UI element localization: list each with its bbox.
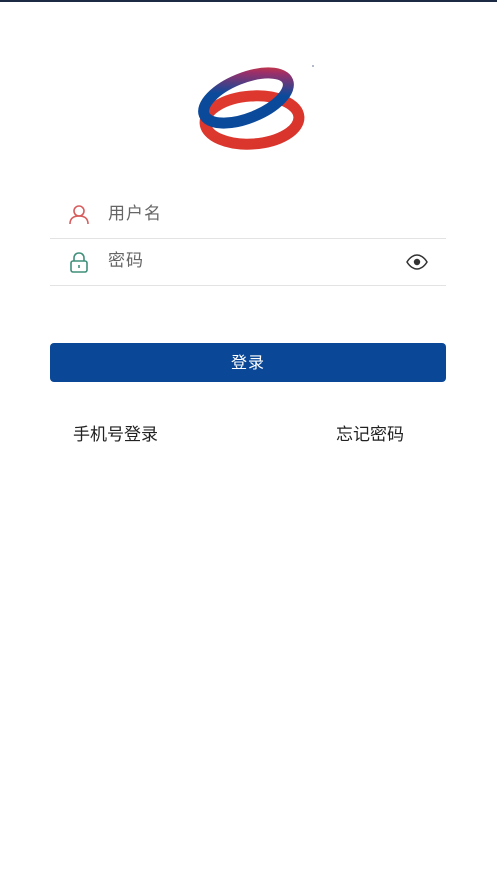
username-placeholder: 用户名 xyxy=(108,204,162,224)
password-field[interactable]: 密码 xyxy=(50,239,446,286)
brand-ring-logo-icon xyxy=(198,67,305,150)
top-status-bar xyxy=(0,0,497,2)
user-icon xyxy=(69,205,89,225)
phone-login-link[interactable]: 手机号登录 xyxy=(73,423,158,447)
lock-icon xyxy=(70,252,88,273)
logo-dot xyxy=(312,65,314,67)
forgot-password-link[interactable]: 忘记密码 xyxy=(336,423,404,447)
login-button[interactable]: 登录 xyxy=(50,343,446,382)
username-field[interactable]: 用户名 xyxy=(50,192,446,239)
password-placeholder: 密码 xyxy=(108,251,144,271)
eye-icon[interactable] xyxy=(406,253,428,271)
